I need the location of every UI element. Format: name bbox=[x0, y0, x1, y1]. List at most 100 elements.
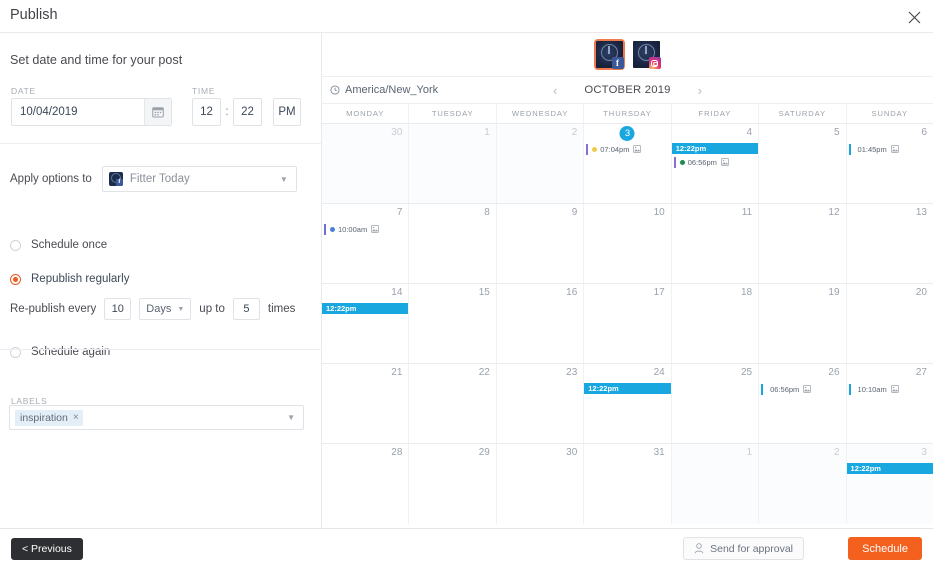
day-number: 6 bbox=[921, 127, 927, 138]
send-for-approval-button[interactable]: Send for approval bbox=[683, 537, 804, 560]
day-number: 17 bbox=[653, 287, 665, 298]
calendar-day-cell[interactable]: 24 12:22pm bbox=[584, 364, 672, 443]
calendar-day-cell[interactable]: 3 07:04pm bbox=[584, 124, 672, 203]
date-value: 10/04/2019 bbox=[20, 106, 78, 118]
schedule-button[interactable]: Schedule bbox=[848, 537, 922, 560]
label-chip[interactable]: inspiration × bbox=[15, 409, 83, 426]
calendar-day-cell[interactable]: 16 bbox=[496, 284, 585, 363]
labels-select[interactable]: inspiration × ▼ bbox=[9, 405, 304, 430]
time-separator: : bbox=[225, 106, 229, 118]
account-avatar-facebook[interactable]: f bbox=[593, 39, 625, 70]
prev-month-button[interactable]: ‹ bbox=[550, 83, 560, 98]
calendar-day-cell[interactable]: 2 bbox=[496, 124, 585, 203]
calendar-day-cell[interactable]: 17 bbox=[584, 284, 672, 363]
calendar-day-cell[interactable]: 19 bbox=[759, 284, 847, 363]
radio-republish-regularly[interactable]: Republish regularly bbox=[10, 273, 129, 285]
calendar-day-cell[interactable]: 7 10:00am bbox=[322, 204, 410, 283]
calendar-week-row: 28 29 30 31 1 2 3 12:22pm bbox=[322, 444, 933, 524]
time-hour-input[interactable]: 12 bbox=[192, 98, 221, 126]
event-time: 12:22pm bbox=[326, 304, 357, 313]
event-time: 10:00am bbox=[338, 224, 368, 234]
calendar-week-row: 14 12:22pm 15 16 17 18 19 20 bbox=[322, 284, 933, 364]
calendar-day-cell[interactable]: 14 12:22pm bbox=[322, 284, 410, 363]
calendar-event[interactable]: 10:00am bbox=[322, 223, 408, 235]
calendar-day-cell[interactable]: 12 bbox=[759, 204, 847, 283]
calendar-event[interactable]: 10:10am bbox=[847, 383, 933, 395]
calendar-day-cell[interactable]: 18 bbox=[671, 284, 760, 363]
calendar-day-cell[interactable]: 4 12:22pm 06:56pm bbox=[671, 124, 760, 203]
calendar-day-cell[interactable]: 23 bbox=[496, 364, 585, 443]
day-number: 10 bbox=[653, 207, 665, 218]
weekday-header: SATURDAY bbox=[759, 104, 847, 123]
calendar-day-cell[interactable]: 20 bbox=[846, 284, 933, 363]
time-meridiem-input[interactable]: PM bbox=[273, 98, 301, 126]
calendar-day-cell[interactable]: 6 01:45pm bbox=[846, 124, 933, 203]
calendar-day-cell[interactable]: 28 bbox=[322, 444, 410, 524]
calendar-day-cell[interactable]: 11 bbox=[671, 204, 760, 283]
calendar-event[interactable]: 07:04pm bbox=[584, 143, 670, 155]
radio-schedule-again[interactable]: Schedule again bbox=[10, 346, 110, 358]
apply-options-select[interactable]: f Fitter Today ▼ bbox=[101, 166, 297, 192]
day-number: 27 bbox=[915, 367, 927, 378]
event-time: 12:22pm bbox=[850, 464, 881, 473]
calendar-day-cell[interactable]: 22 bbox=[409, 364, 497, 443]
calendar-day-cell[interactable]: 2 bbox=[759, 444, 847, 524]
calendar-day-cell[interactable]: 21 bbox=[322, 364, 410, 443]
calendar-day-cell[interactable]: 27 10:10am bbox=[846, 364, 933, 443]
account-avatar-instagram[interactable] bbox=[632, 41, 661, 69]
republish-interval-input[interactable]: 10 bbox=[104, 298, 132, 320]
calendar-day-cell[interactable]: 30 bbox=[322, 124, 410, 203]
radio-schedule-once[interactable]: Schedule once bbox=[10, 239, 107, 251]
calendar-day-cell[interactable]: 10 bbox=[584, 204, 672, 283]
republish-times-input[interactable]: 5 bbox=[232, 298, 260, 320]
calendar-day-cell[interactable]: 30 bbox=[496, 444, 585, 524]
day-events: 12:22pm bbox=[584, 383, 671, 396]
calendar-day-cell[interactable]: 26 06:56pm bbox=[759, 364, 847, 443]
day-number: 26 bbox=[828, 367, 840, 378]
radio-indicator bbox=[10, 239, 21, 251]
event-color-bar bbox=[673, 156, 676, 168]
time-input-group: 12 : 22 PM bbox=[192, 98, 301, 126]
day-events: 06:56pm bbox=[759, 383, 845, 397]
close-icon[interactable] bbox=[903, 6, 925, 28]
calendar-day-cell[interactable]: 5 bbox=[759, 124, 847, 203]
close-icon[interactable]: × bbox=[73, 412, 79, 423]
image-icon bbox=[890, 145, 899, 153]
person-icon bbox=[694, 543, 704, 554]
day-events: 01:45pm bbox=[847, 143, 933, 157]
calendar-event[interactable]: 12:22pm bbox=[671, 143, 759, 154]
weekday-header-row: MONDAY TUESDAY WEDNESDAY THURSDAY FRIDAY… bbox=[322, 104, 933, 124]
page-title: Publish bbox=[10, 7, 58, 23]
calendar-event[interactable]: 01:45pm bbox=[847, 143, 933, 155]
facebook-icon: f bbox=[611, 57, 624, 69]
calendar-event[interactable]: 06:56pm bbox=[672, 156, 758, 168]
image-icon bbox=[720, 158, 729, 166]
republish-unit-select[interactable]: Days ▼ bbox=[139, 298, 192, 320]
previous-button[interactable]: < Previous bbox=[11, 538, 83, 560]
calendar-day-cell[interactable]: 25 bbox=[671, 364, 760, 443]
day-number: 30 bbox=[391, 127, 403, 138]
calendar-day-cell[interactable]: 1 bbox=[671, 444, 760, 524]
calendar-day-cell[interactable]: 1 bbox=[409, 124, 497, 203]
calendar-event[interactable]: 06:56pm bbox=[759, 383, 845, 395]
section-title: Set date and time for your post bbox=[10, 53, 183, 67]
date-input[interactable]: 10/04/2019 bbox=[11, 98, 172, 126]
calendar-day-cell[interactable]: 15 bbox=[409, 284, 497, 363]
calendar-day-cell[interactable]: 3 12:22pm bbox=[846, 444, 933, 524]
day-number: 18 bbox=[740, 287, 753, 298]
calendar-day-cell[interactable]: 13 bbox=[846, 204, 933, 283]
day-number: 21 bbox=[391, 367, 403, 378]
calendar-event[interactable]: 12:22pm bbox=[584, 383, 671, 394]
calendar-day-cell[interactable]: 9 bbox=[496, 204, 585, 283]
calendar-event[interactable]: 12:22pm bbox=[322, 303, 409, 314]
calendar-day-cell[interactable]: 29 bbox=[409, 444, 497, 524]
next-month-button[interactable]: › bbox=[695, 83, 705, 98]
calendar-icon[interactable] bbox=[144, 99, 171, 125]
time-minute-input[interactable]: 22 bbox=[233, 98, 262, 126]
calendar-event[interactable]: 12:22pm bbox=[846, 463, 933, 474]
event-status-dot bbox=[330, 226, 335, 232]
calendar-day-cell[interactable]: 8 bbox=[409, 204, 497, 283]
image-icon bbox=[371, 225, 380, 233]
divider-top bbox=[0, 143, 322, 144]
calendar-day-cell[interactable]: 31 bbox=[584, 444, 672, 524]
